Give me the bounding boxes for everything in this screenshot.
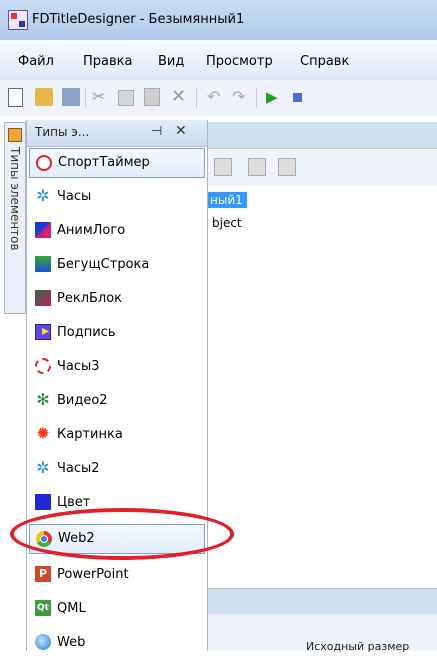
- app-icon: [8, 10, 28, 30]
- toolbox-item-sporttimer[interactable]: СпортТаймер: [29, 148, 205, 178]
- tree-node-selected[interactable]: ный1: [206, 192, 247, 208]
- cut-icon[interactable]: ✂: [92, 87, 110, 106]
- toolbox-item-label: АнимЛого: [57, 223, 126, 238]
- toolbox-item-label: Видео2: [57, 393, 108, 408]
- document-tab-strip: [206, 122, 437, 149]
- chrome-icon: [36, 531, 52, 547]
- stop-icon[interactable]: [293, 93, 302, 102]
- doc-tool-icon[interactable]: [214, 158, 232, 176]
- stopwatch-icon: [36, 155, 52, 171]
- toolbox-item-label: СпортТаймер: [58, 155, 150, 170]
- clock-icon: ✲: [36, 186, 50, 205]
- color-icon: [35, 494, 51, 510]
- toolbox-item-marquee[interactable]: БегущСтрока: [29, 250, 205, 280]
- window-title: FDTitleDesigner - Безымянный1: [32, 12, 245, 27]
- picture-icon: ✹: [35, 424, 51, 444]
- toolbox-item-label: PowerPoint: [57, 567, 129, 582]
- menu-view[interactable]: Вид: [158, 54, 184, 69]
- main-toolbar: ✂ ✕ ↶ ↷ ▶: [0, 80, 437, 116]
- doc-tool-icon[interactable]: [248, 158, 266, 176]
- clock3-icon: [35, 358, 51, 374]
- powerpoint-icon: P: [35, 566, 51, 582]
- toolbox-item-clock2[interactable]: ✲ Часы2: [29, 454, 205, 484]
- web-icon: [35, 634, 51, 650]
- toolbox-side-tab[interactable]: Типы элементов: [4, 122, 26, 314]
- toolbox-item-color[interactable]: Цвет: [29, 488, 205, 518]
- toolbox-tab-icon: [8, 128, 22, 142]
- copy-icon[interactable]: [118, 90, 134, 106]
- redo-icon[interactable]: ↷: [232, 87, 250, 106]
- toolbox-panel-title: Типы э...: [35, 125, 90, 139]
- toolbox-item-web[interactable]: Web: [29, 628, 205, 658]
- caption-icon: [35, 323, 51, 340]
- toolbox-panel: Типы э... ⊣ ✕ СпортТаймер ✲ Часы АнимЛог…: [26, 120, 208, 651]
- toolbox-item-caption[interactable]: Подпись: [29, 318, 205, 348]
- play-icon[interactable]: ▶: [266, 88, 284, 106]
- toolbar-separator: [256, 88, 257, 108]
- document-toolbar: [206, 150, 437, 186]
- delete-icon[interactable]: ✕: [171, 86, 189, 107]
- toolbox-item-label: QML: [57, 601, 86, 616]
- undo-icon[interactable]: ↶: [207, 87, 225, 106]
- toolbox-item-adblock[interactable]: РеклБлок: [29, 284, 205, 314]
- toolbox-item-label: Часы3: [57, 359, 100, 374]
- toolbox-item-clock3[interactable]: Часы3: [29, 352, 205, 382]
- toolbox-item-video2[interactable]: ✻ Видео2: [29, 386, 205, 416]
- toolbox-item-label: Подпись: [57, 325, 116, 340]
- ad-block-icon: [35, 290, 51, 306]
- video-icon: ✻: [36, 390, 50, 409]
- toolbox-item-label: РеклБлок: [57, 291, 123, 306]
- bottom-panel-text: Исходный размер: [306, 640, 410, 653]
- new-file-icon[interactable]: [8, 88, 23, 107]
- toolbox-panel-header: Типы э... ⊣ ✕: [27, 120, 207, 147]
- toolbox-item-powerpoint[interactable]: P PowerPoint: [29, 560, 205, 590]
- document-tree: [206, 186, 437, 586]
- marquee-icon: [35, 256, 51, 272]
- doc-tool-icon[interactable]: [278, 158, 296, 176]
- toolbar-separator: [85, 88, 86, 108]
- paste-icon[interactable]: [144, 88, 160, 106]
- menu-preview[interactable]: Просмотр: [206, 54, 273, 69]
- toolbox-item-label: Цвет: [57, 495, 91, 510]
- title-bar: FDTitleDesigner - Безымянный1: [0, 0, 437, 40]
- toolbox-tab-label: Типы элементов: [8, 147, 22, 251]
- toolbox-item-label: Web: [57, 635, 86, 650]
- anim-logo-icon: [35, 222, 51, 238]
- menu-help[interactable]: Справк: [300, 54, 349, 69]
- toolbox-item-label: Часы2: [57, 461, 100, 476]
- open-folder-icon[interactable]: [35, 88, 53, 106]
- tree-node[interactable]: bject: [212, 216, 242, 230]
- toolbox-item-picture[interactable]: ✹ Картинка: [29, 420, 205, 450]
- toolbox-item-web2[interactable]: Web2: [29, 524, 205, 554]
- toolbox-item-label: БегущСтрока: [57, 257, 150, 272]
- close-icon[interactable]: ✕: [175, 123, 187, 139]
- bottom-panel-header: [206, 588, 437, 615]
- menu-file[interactable]: Файл: [18, 54, 54, 69]
- menu-edit[interactable]: Правка: [83, 54, 132, 69]
- save-icon[interactable]: [62, 88, 80, 106]
- qml-icon: Qt: [35, 600, 51, 616]
- toolbox-item-label: Web2: [58, 531, 95, 546]
- pin-icon[interactable]: ⊣: [151, 124, 162, 139]
- menu-bar: Файл Правка Вид Просмотр Справк: [0, 42, 437, 80]
- toolbox-item-label: Часы: [57, 189, 92, 204]
- toolbar-separator: [196, 88, 197, 108]
- clock2-icon: ✲: [36, 458, 50, 477]
- toolbox-item-label: Картинка: [57, 427, 123, 442]
- toolbox-item-animlogo[interactable]: АнимЛого: [29, 216, 205, 246]
- toolbox-item-qml[interactable]: Qt QML: [29, 594, 205, 624]
- toolbox-item-clock[interactable]: ✲ Часы: [29, 182, 205, 212]
